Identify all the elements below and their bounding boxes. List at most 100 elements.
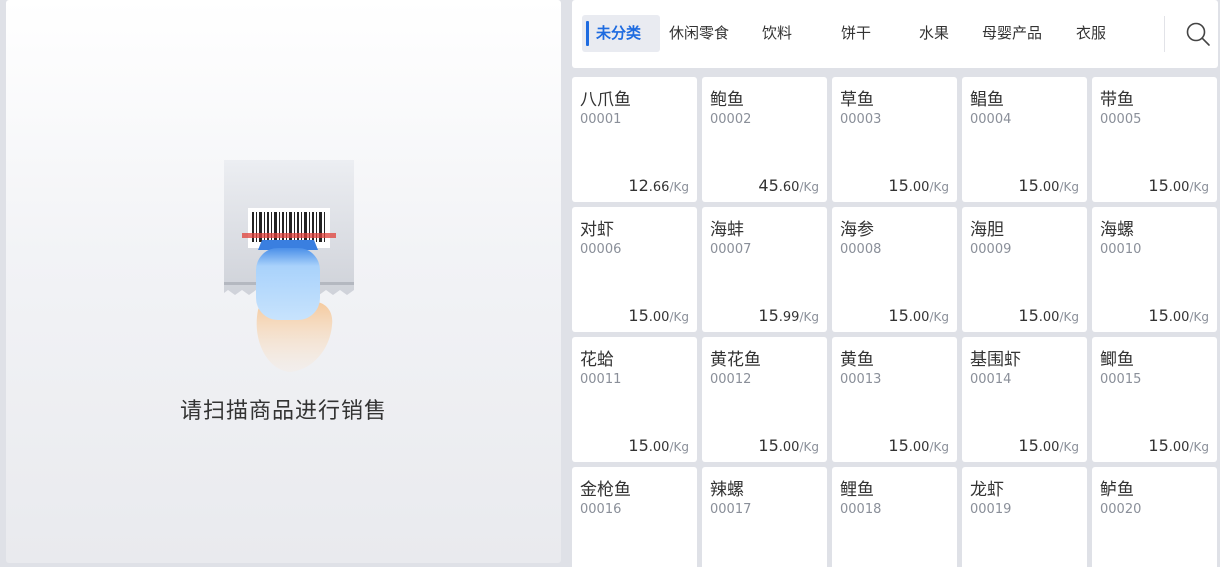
product-card[interactable]: 海蚌 00007 15.99/Kg [702, 207, 827, 332]
price-decimal: .00 [778, 440, 800, 455]
product-card[interactable]: 龙虾 00019 [962, 467, 1087, 567]
scan-panel: 请扫描商品进行销售 [6, 0, 561, 563]
price-integer: 15 [628, 306, 649, 325]
price-unit: /Kg [1059, 440, 1079, 454]
price-decimal: .00 [1038, 310, 1060, 325]
product-card[interactable]: 鲈鱼 00020 [1092, 467, 1217, 567]
price-integer: 15 [1148, 436, 1169, 455]
price-unit: /Kg [669, 310, 689, 324]
price-unit: /Kg [929, 310, 949, 324]
product-name: 鲫鱼 [1100, 350, 1134, 370]
product-grid: 八爪鱼 00001 12.66/Kg 鲍鱼 00002 45.60/Kg 草鱼 … [572, 77, 1218, 567]
price-integer: 15 [758, 306, 779, 325]
price-integer: 15 [1018, 306, 1039, 325]
product-code: 00018 [840, 502, 882, 517]
product-code: 00011 [580, 372, 622, 387]
product-name: 海胆 [970, 220, 1004, 240]
product-card[interactable]: 带鱼 00005 15.00/Kg [1092, 77, 1217, 202]
product-name: 对虾 [580, 220, 614, 240]
tab-category-5[interactable]: 母婴产品 [982, 15, 1042, 52]
product-code: 00004 [970, 112, 1012, 127]
product-name: 花蛤 [580, 350, 614, 370]
product-card[interactable]: 鲳鱼 00004 15.00/Kg [962, 77, 1087, 202]
product-card[interactable]: 鲤鱼 00018 [832, 467, 957, 567]
scan-prompt: 请扫描商品进行销售 [179, 399, 387, 424]
price-unit: /Kg [1189, 440, 1209, 454]
product-price: 15.00/Kg [888, 306, 949, 325]
product-price: 15.00/Kg [1018, 306, 1079, 325]
product-card[interactable]: 鲫鱼 00015 15.00/Kg [1092, 337, 1217, 462]
price-decimal: .00 [1168, 310, 1190, 325]
price-decimal: .00 [1168, 180, 1190, 195]
price-integer: 15 [1148, 306, 1169, 325]
price-unit: /Kg [799, 440, 819, 454]
product-card[interactable]: 基围虾 00014 15.00/Kg [962, 337, 1087, 462]
price-unit: /Kg [799, 310, 819, 324]
tab-category-1[interactable]: 休闲零食 [669, 15, 729, 52]
product-name: 龙虾 [970, 480, 1004, 500]
product-code: 00002 [710, 112, 752, 127]
price-unit: /Kg [1189, 180, 1209, 194]
tab-divider [1164, 16, 1165, 52]
product-code: 00007 [710, 242, 752, 257]
product-code: 00013 [840, 372, 882, 387]
tab-category-6[interactable]: 衣服 [1076, 15, 1106, 52]
price-unit: /Kg [669, 440, 689, 454]
product-name: 鲍鱼 [710, 90, 744, 110]
price-integer: 15 [888, 306, 909, 325]
barcode-scanner-illustration [224, 160, 354, 372]
tab-category-0[interactable]: 未分类 [582, 15, 660, 52]
product-price: 15.00/Kg [1148, 306, 1209, 325]
price-decimal: .00 [648, 440, 670, 455]
product-name: 鲤鱼 [840, 480, 874, 500]
price-decimal: .00 [648, 310, 670, 325]
product-panel: 未分类 休闲零食 饮料 饼干 水果 母婴产品 衣服 八爪鱼 00001 12.6… [566, 0, 1220, 567]
product-price: 15.00/Kg [888, 176, 949, 195]
product-price: 45.60/Kg [758, 176, 819, 195]
product-card[interactable]: 海胆 00009 15.00/Kg [962, 207, 1087, 332]
product-code: 00009 [970, 242, 1012, 257]
product-card[interactable]: 鲍鱼 00002 45.60/Kg [702, 77, 827, 202]
product-code: 00003 [840, 112, 882, 127]
price-decimal: .00 [1038, 180, 1060, 195]
price-decimal: .00 [908, 440, 930, 455]
product-price: 15.00/Kg [628, 436, 689, 455]
product-card[interactable]: 海参 00008 15.00/Kg [832, 207, 957, 332]
price-decimal: .66 [648, 180, 670, 195]
price-unit: /Kg [799, 180, 819, 194]
product-name: 草鱼 [840, 90, 874, 110]
product-card[interactable]: 八爪鱼 00001 12.66/Kg [572, 77, 697, 202]
search-button[interactable] [1184, 20, 1212, 48]
price-unit: /Kg [669, 180, 689, 194]
product-code: 00015 [1100, 372, 1142, 387]
price-unit: /Kg [1059, 180, 1079, 194]
product-card[interactable]: 黄鱼 00013 15.00/Kg [832, 337, 957, 462]
product-name: 海参 [840, 220, 874, 240]
tab-category-2[interactable]: 饮料 [762, 15, 792, 52]
product-name: 鲳鱼 [970, 90, 1004, 110]
price-decimal: .99 [778, 310, 800, 325]
product-code: 00019 [970, 502, 1012, 517]
product-code: 00010 [1100, 242, 1142, 257]
product-price: 15.00/Kg [628, 306, 689, 325]
product-name: 海蚌 [710, 220, 744, 240]
price-unit: /Kg [1059, 310, 1079, 324]
product-card[interactable]: 草鱼 00003 15.00/Kg [832, 77, 957, 202]
search-icon [1186, 22, 1210, 46]
price-integer: 15 [888, 436, 909, 455]
product-card[interactable]: 花蛤 00011 15.00/Kg [572, 337, 697, 462]
product-name: 鲈鱼 [1100, 480, 1134, 500]
product-name: 黄花鱼 [710, 350, 761, 370]
product-code: 00014 [970, 372, 1012, 387]
product-code: 00020 [1100, 502, 1142, 517]
product-card[interactable]: 金枪鱼 00016 [572, 467, 697, 567]
product-card[interactable]: 对虾 00006 15.00/Kg [572, 207, 697, 332]
tab-category-4[interactable]: 水果 [919, 15, 949, 52]
price-integer: 15 [1018, 436, 1039, 455]
product-name: 黄鱼 [840, 350, 874, 370]
product-card[interactable]: 黄花鱼 00012 15.00/Kg [702, 337, 827, 462]
tab-category-3[interactable]: 饼干 [841, 15, 871, 52]
price-integer: 12 [628, 176, 649, 195]
product-card[interactable]: 辣螺 00017 [702, 467, 827, 567]
product-card[interactable]: 海螺 00010 15.00/Kg [1092, 207, 1217, 332]
